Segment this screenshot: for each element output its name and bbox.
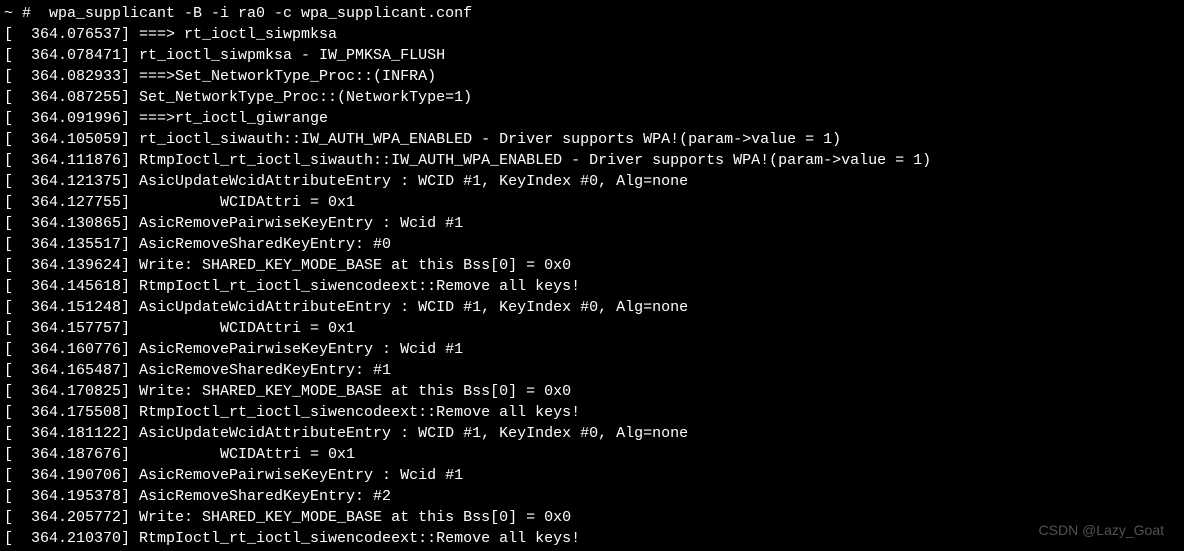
log-line: [ 364.139624] Write: SHARED_KEY_MODE_BAS… bbox=[4, 255, 1180, 276]
log-line: [ 364.121375] AsicUpdateWcidAttributeEnt… bbox=[4, 171, 1180, 192]
log-line: [ 364.076537] ===> rt_ioctl_siwpmksa bbox=[4, 24, 1180, 45]
log-line: [ 364.130865] AsicRemovePairwiseKeyEntry… bbox=[4, 213, 1180, 234]
log-line: [ 364.105059] rt_ioctl_siwauth::IW_AUTH_… bbox=[4, 129, 1180, 150]
log-line: [ 364.135517] AsicRemoveSharedKeyEntry: … bbox=[4, 234, 1180, 255]
log-line: [ 364.157757] WCIDAttri = 0x1 bbox=[4, 318, 1180, 339]
log-line: [ 364.190706] AsicRemovePairwiseKeyEntry… bbox=[4, 465, 1180, 486]
log-line: [ 364.195378] AsicRemoveSharedKeyEntry: … bbox=[4, 486, 1180, 507]
log-line: [ 364.127755] WCIDAttri = 0x1 bbox=[4, 192, 1180, 213]
log-line: [ 364.181122] AsicUpdateWcidAttributeEnt… bbox=[4, 423, 1180, 444]
log-line: [ 364.078471] rt_ioctl_siwpmksa - IW_PMK… bbox=[4, 45, 1180, 66]
terminal-output: ~ # wpa_supplicant -B -i ra0 -c wpa_supp… bbox=[4, 3, 1180, 549]
log-line: [ 364.205772] Write: SHARED_KEY_MODE_BAS… bbox=[4, 507, 1180, 528]
command-prompt: ~ # wpa_supplicant -B -i ra0 -c wpa_supp… bbox=[4, 3, 1180, 24]
watermark: CSDN @Lazy_Goat bbox=[1039, 521, 1164, 541]
log-line: [ 364.175508] RtmpIoctl_rt_ioctl_siwenco… bbox=[4, 402, 1180, 423]
log-line: [ 364.165487] AsicRemoveSharedKeyEntry: … bbox=[4, 360, 1180, 381]
log-line: [ 364.187676] WCIDAttri = 0x1 bbox=[4, 444, 1180, 465]
log-line: [ 364.082933] ===>Set_NetworkType_Proc::… bbox=[4, 66, 1180, 87]
log-line: [ 364.091996] ===>rt_ioctl_giwrange bbox=[4, 108, 1180, 129]
log-line: [ 364.151248] AsicUpdateWcidAttributeEnt… bbox=[4, 297, 1180, 318]
log-line: [ 364.170825] Write: SHARED_KEY_MODE_BAS… bbox=[4, 381, 1180, 402]
log-line: [ 364.111876] RtmpIoctl_rt_ioctl_siwauth… bbox=[4, 150, 1180, 171]
log-line: [ 364.087255] Set_NetworkType_Proc::(Net… bbox=[4, 87, 1180, 108]
log-line: [ 364.160776] AsicRemovePairwiseKeyEntry… bbox=[4, 339, 1180, 360]
log-line: [ 364.145618] RtmpIoctl_rt_ioctl_siwenco… bbox=[4, 276, 1180, 297]
log-line: [ 364.210370] RtmpIoctl_rt_ioctl_siwenco… bbox=[4, 528, 1180, 549]
